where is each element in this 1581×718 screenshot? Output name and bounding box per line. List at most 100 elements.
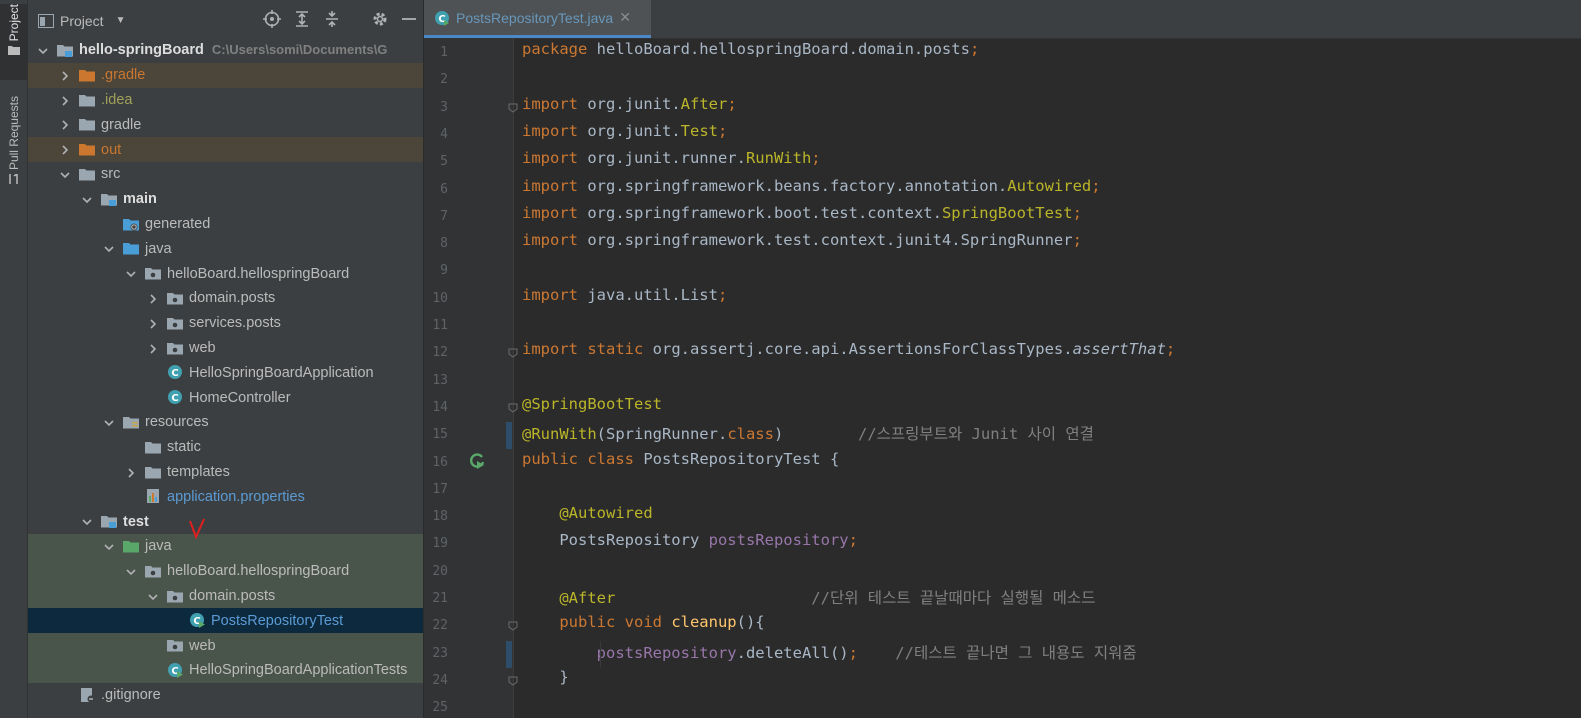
code-line: import java.util.List; bbox=[522, 285, 728, 304]
chevron-down-icon[interactable] bbox=[148, 592, 158, 602]
tree-item-label: .gitignore bbox=[101, 687, 161, 704]
folder-icon bbox=[7, 46, 20, 56]
gear-icon[interactable] bbox=[371, 10, 389, 28]
folder-icon bbox=[145, 441, 161, 454]
chevron-down-icon[interactable] bbox=[126, 269, 136, 279]
chevron-right-icon[interactable] bbox=[148, 344, 158, 354]
chevron-down-icon[interactable] bbox=[126, 567, 136, 577]
editor-tab-posts-repository-test[interactable]: C PostsRepositoryTest.java ✕ bbox=[424, 0, 651, 38]
gitignore-icon bbox=[81, 687, 95, 703]
change-marker bbox=[506, 640, 512, 668]
tree-item[interactable]: java bbox=[28, 534, 423, 559]
project-panel: Project ▼ hello-springBoard C:\Users\somi… bbox=[28, 0, 423, 718]
fold-marker-icon[interactable] bbox=[508, 676, 518, 686]
tree-item[interactable]: test bbox=[28, 509, 423, 534]
code-line: import org.junit.After; bbox=[522, 94, 737, 113]
minimize-icon[interactable] bbox=[401, 10, 417, 28]
code-line: postsRepository.deleteAll(); //테스트 끝나면 그… bbox=[596, 643, 1137, 662]
tree-item[interactable]: domain.posts bbox=[28, 583, 423, 609]
pull-requests-tool-tab[interactable]: Pull Requests bbox=[0, 96, 27, 206]
tree-item[interactable]: hello-springBoard C:\Users\somi\Documents… bbox=[28, 38, 423, 63]
line-number: 25 bbox=[432, 700, 448, 716]
line-number: 19 bbox=[432, 536, 448, 552]
tree-item[interactable]: java bbox=[28, 236, 423, 261]
change-marker bbox=[506, 422, 512, 450]
source-folder-icon bbox=[123, 243, 139, 255]
fold-marker-icon[interactable] bbox=[508, 103, 518, 113]
project-view-selector[interactable]: Project ▼ bbox=[38, 13, 125, 29]
line-number: 9 bbox=[440, 263, 448, 279]
chevron-down-icon[interactable] bbox=[104, 418, 114, 428]
tree-item-label: HomeController bbox=[189, 389, 291, 406]
tree-item[interactable]: main bbox=[28, 187, 423, 212]
code-line: @After //단위 테스트 끝날때마다 실행될 메소드 bbox=[559, 589, 1096, 607]
chevron-right-icon[interactable] bbox=[60, 120, 70, 130]
line-number: 12 bbox=[432, 345, 448, 361]
tree-item[interactable]: .gitignore bbox=[28, 683, 423, 708]
project-tool-tab[interactable]: Project bbox=[0, 4, 27, 80]
tree-item[interactable]: .idea bbox=[28, 88, 423, 113]
tree-item[interactable]: gradle bbox=[28, 112, 423, 137]
line-number: 24 bbox=[432, 672, 448, 688]
tree-item[interactable]: domain.posts bbox=[28, 286, 423, 311]
chevron-right-icon[interactable] bbox=[148, 294, 158, 304]
tree-item[interactable]: application.properties bbox=[28, 484, 423, 509]
tree-item[interactable]: templates bbox=[28, 460, 423, 485]
project-panel-toolbar bbox=[263, 10, 417, 28]
tree-item[interactable]: helloBoard.hellospringBoard bbox=[28, 261, 423, 286]
test-class-icon: C bbox=[168, 663, 183, 678]
tree-item-label: services.posts bbox=[189, 315, 281, 332]
tree-item[interactable]: C HelloSpringBoardApplicationTests bbox=[28, 658, 423, 683]
svg-text:C: C bbox=[171, 393, 178, 404]
run-test-gutter-icon[interactable] bbox=[468, 452, 486, 470]
code-line: @RunWith(SpringRunner.class) //스프링부트와 Ju… bbox=[522, 425, 1094, 444]
chevron-down-icon[interactable] bbox=[104, 244, 114, 254]
close-icon[interactable]: ✕ bbox=[619, 10, 631, 26]
chevron-down-icon[interactable] bbox=[104, 542, 114, 552]
tree-item[interactable]: C HelloSpringBoardApplication bbox=[28, 360, 423, 385]
tree-item-label: helloBoard.hellospringBoard bbox=[167, 563, 350, 580]
fold-marker-icon[interactable] bbox=[508, 621, 518, 631]
tree-item[interactable]: helloBoard.hellospringBoard bbox=[28, 558, 423, 584]
line-number: 7 bbox=[440, 208, 448, 224]
chevron-right-icon[interactable] bbox=[60, 71, 70, 81]
fold-marker-icon[interactable] bbox=[508, 348, 518, 358]
class-icon: C bbox=[168, 365, 182, 380]
tree-item[interactable]: services.posts bbox=[28, 311, 423, 336]
chevron-right-icon[interactable] bbox=[60, 145, 70, 155]
chevron-right-icon[interactable] bbox=[60, 96, 70, 106]
chevron-down-icon[interactable] bbox=[82, 517, 92, 527]
tree-item[interactable]: generated bbox=[28, 212, 423, 237]
project-path: C:\Users\somi\Documents\G bbox=[211, 42, 388, 58]
folder-orange-icon bbox=[79, 144, 95, 156]
tree-item[interactable]: static bbox=[28, 435, 423, 460]
locate-icon[interactable] bbox=[263, 10, 281, 28]
project-panel-title: Project bbox=[60, 12, 104, 29]
line-number: 20 bbox=[432, 563, 448, 579]
chevron-down-icon[interactable] bbox=[38, 46, 48, 56]
tree-item[interactable]: web bbox=[28, 633, 423, 658]
line-number: 3 bbox=[440, 99, 448, 115]
package-icon bbox=[145, 268, 161, 280]
chevron-right-icon[interactable] bbox=[148, 319, 158, 329]
package-icon bbox=[145, 565, 161, 578]
expand-all-icon[interactable] bbox=[293, 10, 311, 28]
tree-item[interactable]: C HomeController bbox=[28, 385, 423, 410]
line-number: 21 bbox=[432, 591, 448, 606]
module-folder-icon bbox=[101, 193, 117, 206]
code-line: import org.springframework.boot.test.con… bbox=[522, 203, 1082, 222]
tree-item[interactable]: web bbox=[28, 336, 423, 361]
line-number: 17 bbox=[432, 481, 448, 497]
code-line: } bbox=[522, 667, 569, 686]
fold-marker-icon[interactable] bbox=[508, 403, 518, 413]
collapse-all-icon[interactable] bbox=[323, 10, 341, 28]
tree-item[interactable]: resources bbox=[28, 410, 423, 435]
project-view-icon bbox=[38, 13, 54, 28]
chevron-down-icon[interactable] bbox=[60, 170, 70, 180]
tree-item[interactable]: out bbox=[28, 137, 423, 162]
tree-item[interactable]: src bbox=[28, 162, 423, 187]
chevron-right-icon[interactable] bbox=[126, 468, 136, 478]
tree-item[interactable]: .gradle bbox=[28, 62, 423, 88]
tree-item[interactable]: C PostsRepositoryTest bbox=[28, 608, 423, 634]
chevron-down-icon[interactable] bbox=[82, 195, 92, 205]
